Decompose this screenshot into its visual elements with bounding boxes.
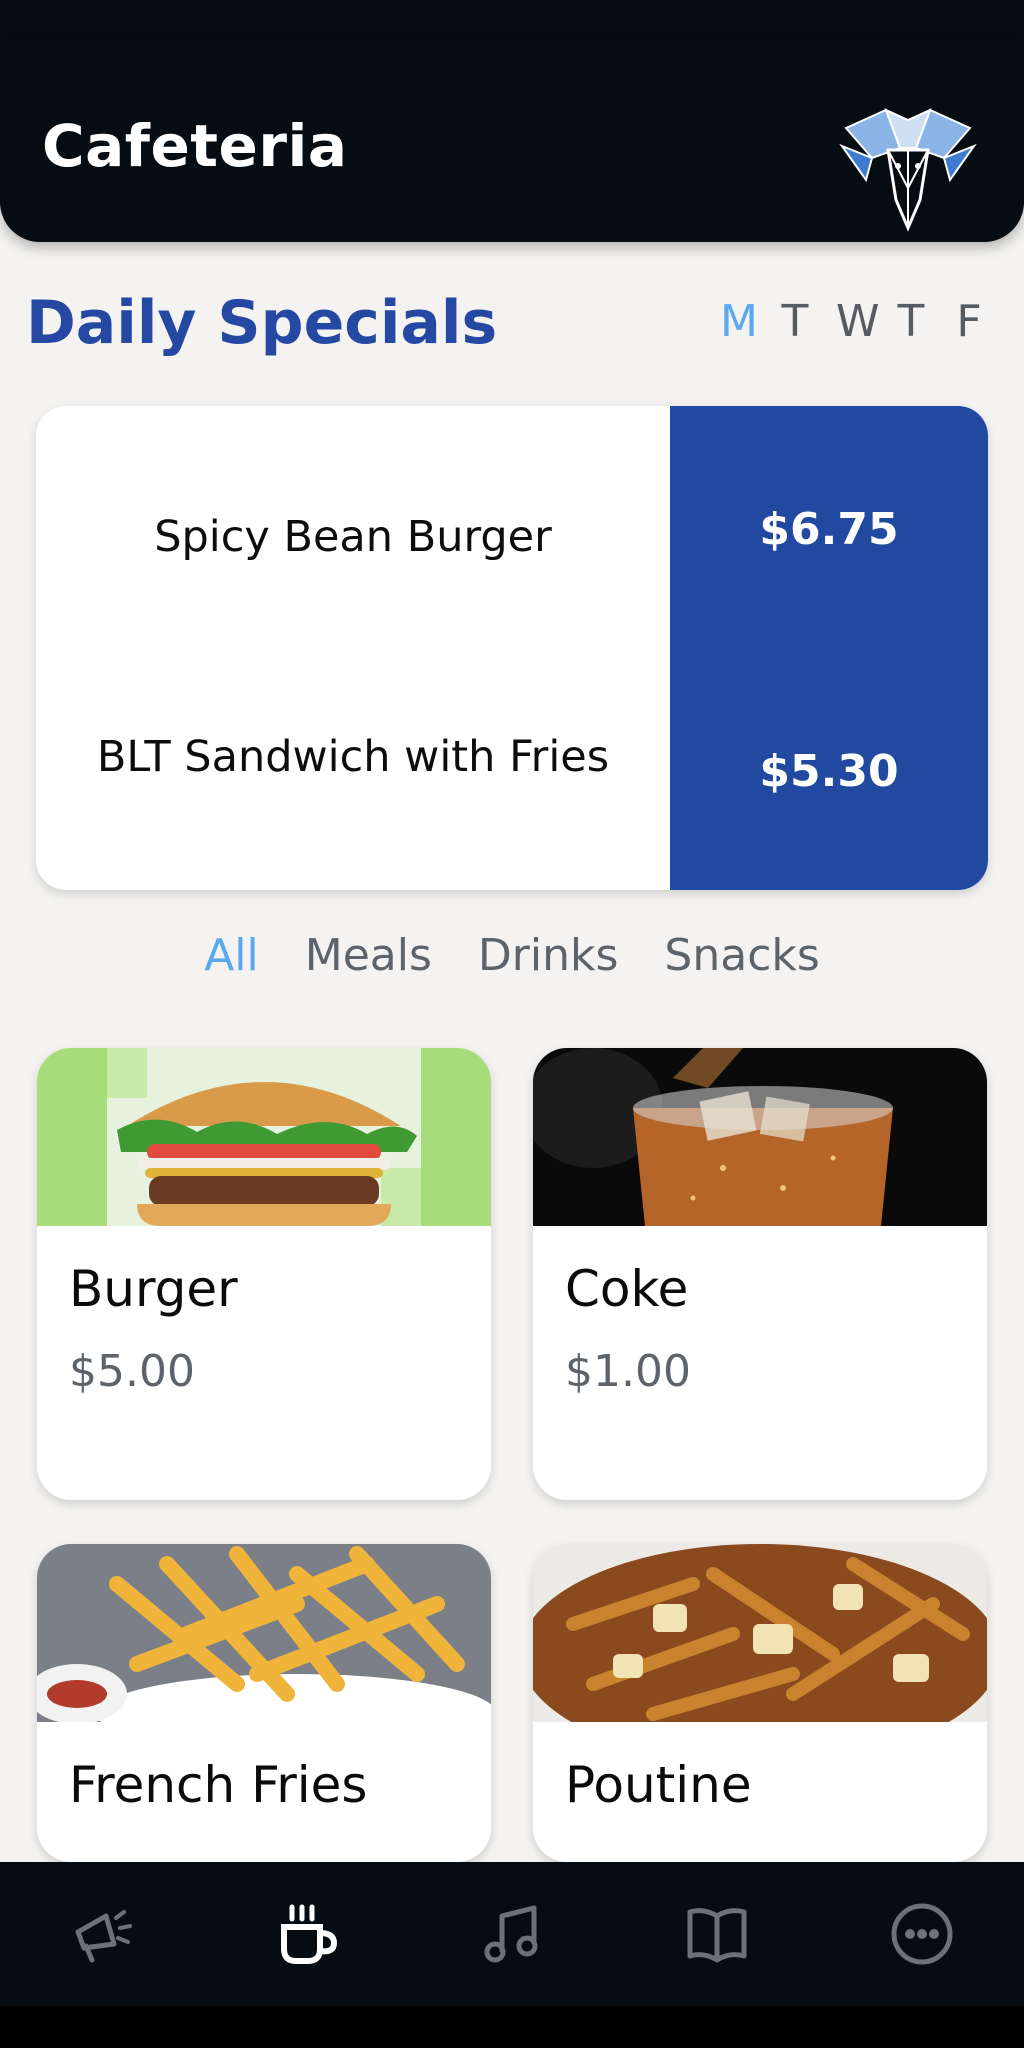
special-item-price: $5.30 [759,746,899,797]
book-icon [687,1908,747,1963]
menu-item-name: Burger [69,1260,238,1318]
coffee-cup-icon [281,1904,338,1964]
menu-item-card-poutine[interactable]: Poutine [533,1544,987,1862]
special-item-price: $6.75 [759,504,899,555]
menu-item-name: Poutine [565,1756,752,1814]
category-filter-tabs: All Meals Drinks Snacks [0,930,1024,981]
tab-meals[interactable]: Meals [305,930,432,981]
day-wednesday[interactable]: W [836,296,880,347]
system-navigation-bar [0,2006,1024,2048]
nav-library[interactable] [667,1884,767,1984]
app-header: Cafeteria [0,40,1024,242]
menu-item-card-coke[interactable]: Coke $1.00 [533,1048,987,1500]
burger-image [37,1048,491,1226]
menu-item-name: Coke [565,1260,689,1318]
daily-specials-title: Daily Specials [26,288,498,358]
menu-item-price: $1.00 [565,1346,691,1397]
tab-drinks[interactable]: Drinks [478,930,619,981]
ram-logo-icon [839,108,977,232]
megaphone-icon [75,1910,133,1963]
nav-announcements[interactable] [52,1884,152,1984]
tab-all[interactable]: All [204,930,259,981]
page-title: Cafeteria [42,112,348,180]
nav-music[interactable] [462,1884,562,1984]
menu-item-price: $5.00 [69,1346,195,1397]
poutine-image [533,1544,987,1722]
music-note-icon [484,1905,538,1963]
menu-item-card-french-fries[interactable]: French Fries [37,1544,491,1862]
day-thursday[interactable]: T [894,296,928,347]
specials-price-column [670,406,988,890]
day-friday[interactable]: F [952,296,986,347]
special-item-name: Spicy Bean Burger [154,512,552,562]
day-selector: M T W T F [720,296,986,347]
daily-specials-card: Spicy Bean Burger $6.75 BLT Sandwich wit… [36,406,988,890]
menu-item-name: French Fries [69,1756,368,1814]
day-tuesday[interactable]: T [778,296,812,347]
nav-cafeteria[interactable] [257,1884,357,1984]
menu-item-card-burger[interactable]: Burger $5.00 [37,1048,491,1500]
french-fries-image [37,1544,491,1722]
bottom-navigation [0,1862,1024,2006]
day-monday[interactable]: M [720,296,758,347]
tab-snacks[interactable]: Snacks [664,930,819,981]
coke-image [533,1048,987,1226]
more-icon [891,1903,953,1965]
nav-more[interactable] [872,1884,972,1984]
special-item-name: BLT Sandwich with Fries [96,732,610,782]
